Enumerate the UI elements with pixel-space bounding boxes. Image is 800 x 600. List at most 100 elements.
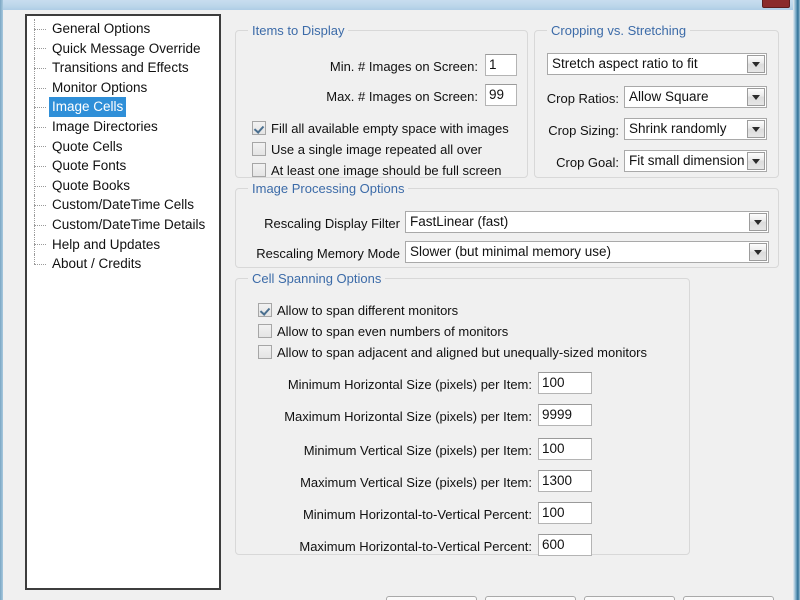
tree-item-quote-books[interactable]: Quote Books (27, 175, 219, 196)
min-images-label: Min. # Images on Screen: (329, 59, 478, 74)
settings-window: General Options Quick Message Override Tra… (0, 0, 800, 600)
max-horizontal-size-input[interactable]: 9999 (538, 404, 592, 426)
group-cell-spanning-options-title: Cell Spanning Options (248, 271, 386, 286)
group-items-to-display-title: Items to Display (248, 23, 349, 38)
max-horizontal-size-label: Maximum Horizontal Size (pixels) per Ite… (284, 409, 532, 424)
checkbox-one-image-full-screen-box (252, 163, 266, 177)
combo-crop-sizing-value: Shrink randomly (629, 121, 727, 136)
tree-item-label: Transitions and Effects (52, 60, 189, 76)
min-vertical-size-input[interactable]: 100 (538, 438, 592, 460)
rescaling-display-filter-label: Rescaling Display Filter (264, 216, 400, 231)
tree-item-label: Custom/DateTime Cells (52, 197, 195, 213)
chevron-down-icon[interactable] (747, 55, 765, 73)
group-cropping-vs-stretching: Cropping vs. Stretching Stretch aspect r… (534, 23, 779, 178)
min-horizontal-size-input[interactable]: 100 (538, 372, 592, 394)
tree-item-monitor-options[interactable]: Monitor Options (27, 77, 219, 98)
checkbox-span-unequally-sized[interactable]: Allow to span adjacent and aligned but u… (258, 345, 647, 361)
tree-item-help-and-updates[interactable]: Help and Updates (27, 234, 219, 255)
chevron-down-icon[interactable] (749, 213, 767, 231)
tree-item-about-credits[interactable]: About / Credits (27, 254, 219, 274)
max-horizontal-to-vertical-percent-label: Maximum Horizontal-to-Vertical Percent: (299, 539, 532, 554)
checkbox-span-different-monitors-box (258, 303, 272, 317)
tree-item-label: About / Credits (52, 256, 142, 272)
checkbox-span-even-numbers-box (258, 324, 272, 338)
footer-button-4[interactable] (683, 596, 774, 600)
crop-goal-label: Crop Goal: (556, 155, 619, 170)
checkbox-span-even-numbers-label: Allow to span even numbers of monitors (277, 324, 509, 339)
tree-item-quick-message-override[interactable]: Quick Message Override (27, 38, 219, 59)
tree-item-quote-fonts[interactable]: Quote Fonts (27, 156, 219, 176)
checkbox-fill-empty-space[interactable]: Fill all available empty space with imag… (252, 121, 509, 137)
combo-stretch-mode-value: Stretch aspect ratio to fit (552, 56, 698, 71)
settings-category-tree[interactable]: General Options Quick Message Override Tra… (25, 14, 221, 590)
max-horizontal-to-vertical-percent-input[interactable]: 600 (538, 534, 592, 556)
max-images-input[interactable]: 99 (485, 84, 517, 106)
chevron-down-icon[interactable] (747, 152, 765, 170)
rescaling-memory-mode-label: Rescaling Memory Mode (256, 246, 400, 261)
tree-item-transitions-and-effects[interactable]: Transitions and Effects (27, 58, 219, 78)
tree-item-label: General Options (52, 21, 151, 36)
max-images-label: Max. # Images on Screen: (326, 89, 478, 104)
checkbox-fill-empty-space-label: Fill all available empty space with imag… (271, 121, 509, 136)
tree-list: General Options Quick Message Override Tra… (27, 19, 219, 274)
max-vertical-size-label: Maximum Vertical Size (pixels) per Item: (300, 475, 532, 490)
window-title-bar[interactable] (0, 0, 800, 10)
checkbox-one-image-full-screen-label: At least one image should be full screen (271, 163, 502, 178)
combo-crop-ratios[interactable]: Allow Square (624, 86, 767, 108)
chevron-down-icon[interactable] (747, 88, 765, 106)
combo-stretch-mode[interactable]: Stretch aspect ratio to fit (547, 53, 767, 75)
settings-content-pane: Items to Display Min. # Images on Screen… (227, 12, 789, 590)
combo-crop-goal-value: Fit small dimension (629, 153, 744, 168)
chevron-down-icon[interactable] (749, 243, 767, 261)
checkbox-span-different-monitors[interactable]: Allow to span different monitors (258, 303, 458, 319)
footer-button-1[interactable] (386, 596, 477, 600)
combo-rescaling-memory-mode-value: Slower (but minimal memory use) (410, 244, 612, 259)
max-vertical-size-input[interactable]: 1300 (538, 470, 592, 492)
group-cell-spanning-options: Cell Spanning Options Allow to span diff… (235, 271, 690, 556)
tree-item-label: Monitor Options (52, 79, 148, 95)
min-images-input[interactable]: 1 (485, 54, 517, 76)
tree-item-label: Custom/DateTime Details (52, 216, 206, 232)
checkbox-span-different-monitors-label: Allow to span different monitors (277, 303, 459, 318)
tree-item-image-directories[interactable]: Image Directories (27, 116, 219, 137)
combo-rescaling-display-filter[interactable]: FastLinear (fast) (405, 211, 769, 233)
group-image-processing-options: Image Processing Options Rescaling Displ… (235, 181, 779, 268)
footer-button-3[interactable] (584, 596, 675, 600)
checkbox-one-image-full-screen[interactable]: At least one image should be full screen (252, 163, 502, 179)
min-horizontal-size-label: Minimum Horizontal Size (pixels) per Ite… (287, 377, 532, 392)
tree-item-custom-datetime-cells[interactable]: Custom/DateTime Cells (27, 195, 219, 215)
tree-item-image-cells[interactable]: Image Cells (27, 97, 219, 117)
combo-rescaling-display-filter-value: FastLinear (fast) (410, 214, 509, 229)
checkbox-single-image-repeated-label: Use a single image repeated all over (271, 142, 483, 157)
tree-item-label: Quote Fonts (52, 158, 127, 174)
combo-crop-goal[interactable]: Fit small dimension (624, 150, 767, 172)
tree-item-label: Image Cells (49, 97, 127, 117)
min-horizontal-to-vertical-percent-label: Minimum Horizontal-to-Vertical Percent: (302, 507, 532, 522)
group-items-to-display: Items to Display Min. # Images on Screen… (235, 23, 528, 179)
crop-ratios-label: Crop Ratios: (546, 91, 619, 106)
close-button[interactable] (762, 0, 790, 8)
crop-sizing-label: Crop Sizing: (548, 123, 619, 138)
tree-item-custom-datetime-details[interactable]: Custom/DateTime Details (27, 214, 219, 235)
checkbox-span-even-numbers[interactable]: Allow to span even numbers of monitors (258, 324, 508, 340)
checkbox-single-image-repeated[interactable]: Use a single image repeated all over (252, 142, 482, 158)
tree-item-label: Help and Updates (52, 236, 161, 252)
tree-item-label: Quote Cells (52, 138, 123, 154)
min-horizontal-to-vertical-percent-input[interactable]: 100 (538, 502, 592, 524)
tree-item-general-options[interactable]: General Options (27, 19, 219, 39)
dialog-client-area: General Options Quick Message Override Tra… (3, 10, 793, 600)
combo-rescaling-memory-mode[interactable]: Slower (but minimal memory use) (405, 241, 769, 263)
min-vertical-size-label: Minimum Vertical Size (pixels) per Item: (303, 443, 532, 458)
checkbox-single-image-repeated-box (252, 142, 266, 156)
tree-item-label: Image Directories (52, 118, 158, 134)
group-image-processing-options-title: Image Processing Options (248, 181, 409, 196)
checkbox-span-unequally-sized-label: Allow to span adjacent and aligned but u… (277, 345, 648, 360)
combo-crop-sizing[interactable]: Shrink randomly (624, 118, 767, 140)
tree-item-label: Quick Message Override (52, 40, 201, 56)
combo-crop-ratios-value: Allow Square (629, 89, 709, 104)
tree-item-quote-cells[interactable]: Quote Cells (27, 136, 219, 157)
tree-item-label: Quote Books (52, 177, 131, 193)
group-cropping-vs-stretching-title: Cropping vs. Stretching (547, 23, 691, 38)
footer-button-2[interactable] (485, 596, 576, 600)
chevron-down-icon[interactable] (747, 120, 765, 138)
